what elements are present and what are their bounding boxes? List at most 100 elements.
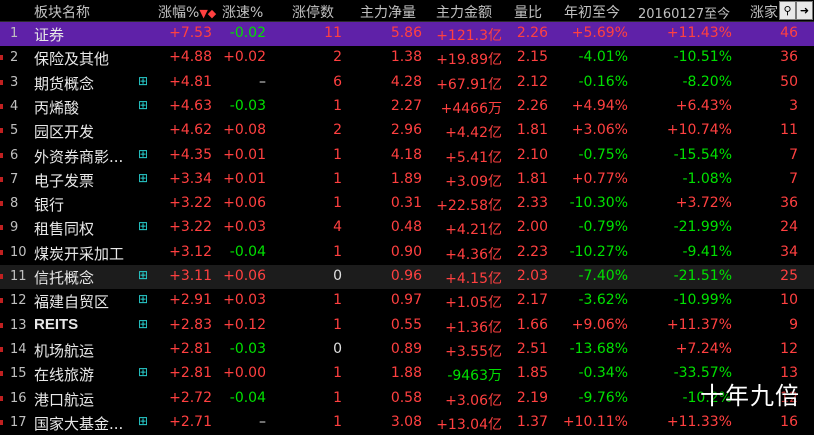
table-row[interactable]: 10 煤炭开采加工 +3.12 -0.04 1 0.90 +4.36亿 2.23 -10.27%… [0,241,814,265]
sector-name[interactable]: REITS [34,316,78,333]
limit-up-count: 1 [333,97,342,114]
table-row[interactable]: 8 银行 +3.22 +0.06 1 0.31 +22.58亿 2.33 -10.30% +3.7… [0,192,814,216]
plus-icon[interactable]: ⊞ [138,318,148,330]
change-pct: +4.62 [169,122,212,139]
main-net-volume: 2.96 [390,122,422,139]
main-net-volume: 2.27 [390,97,422,114]
table-row[interactable]: 6 外资券商影... ⊞ +4.35 +0.01 1 4.18 +5.41亿 2.10 -0.75… [0,144,814,168]
advancers-count: 36 [780,49,798,66]
change-pct: +4.88 [169,49,212,66]
sector-name[interactable]: 外资券商影... [34,146,123,167]
sector-name[interactable]: 证券 [34,24,64,45]
table-row[interactable]: 12 福建自贸区 ⊞ +2.91 +0.03 1 0.97 +1.05亿 2.17 -3.62% -… [0,289,814,313]
advancers-count: 16 [780,413,798,430]
sector-name[interactable]: 信托概念 [34,267,94,288]
change-speed: +0.06 [223,195,266,212]
sector-name[interactable]: 在线旅游 [34,364,94,385]
row-marker [0,371,3,377]
sector-name[interactable]: 期货概念 [34,73,94,94]
search-icon[interactable]: ⚲ [779,1,796,20]
table-row[interactable]: 14 机场航运 +2.81 -0.03 0 0.89 +3.55亿 2.51 -13.68% +7… [0,338,814,362]
row-marker [0,152,3,158]
table-row[interactable]: 11 信托概念 ⊞ +3.11 +0.06 0 0.96 +4.15亿 2.03 -7.40% -2… [0,265,814,289]
header-spd[interactable]: 涨速% [222,2,263,22]
table-row[interactable]: 3 期货概念 ⊞ +4.81 – 6 4.28 +67.91亿 2.12 -0.16% -8.20%… [0,71,814,95]
plus-icon[interactable]: ⊞ [138,415,148,427]
sector-name[interactable]: 保险及其他 [34,48,109,69]
main-amount: +4466万 [440,100,502,117]
advancers-count: 10 [780,292,798,309]
change-speed: -0.03 [229,340,266,357]
main-amount: +1.36亿 [445,319,502,336]
main-amount: +5.41亿 [445,149,502,166]
limit-up-count: 1 [333,365,342,382]
row-marker [0,225,3,231]
sector-name[interactable]: 银行 [34,194,64,215]
plus-icon[interactable]: ⊞ [138,75,148,87]
header-amt[interactable]: 主力金额 [436,2,492,22]
sector-name[interactable]: 机场航运 [34,340,94,361]
header-net[interactable]: 主力净量 [360,2,416,22]
table-row[interactable]: 7 电子发票 ⊞ +3.34 +0.01 1 1.89 +3.09亿 1.81 +0.77% -1.… [0,168,814,192]
table-row[interactable]: 2 保险及其他 +4.88 +0.02 2 1.38 +19.89亿 2.15 -4.01% -1… [0,46,814,70]
row-number: 12 [10,293,27,309]
plus-icon[interactable]: ⊞ [138,148,148,160]
plus-icon[interactable]: ⊞ [138,366,148,378]
volume-ratio: 2.10 [516,146,548,163]
ytd-change: -0.16% [578,73,628,90]
table-row[interactable]: 5 园区开发 +4.62 +0.08 2 2.96 +4.42亿 1.81 +3.06% +10.… [0,119,814,143]
limit-up-count: 11 [324,25,342,41]
volume-ratio: 1.81 [516,122,548,139]
advancers-count: 24 [780,219,798,236]
sector-name[interactable]: 租售同权 [34,218,94,239]
sector-name[interactable]: 丙烯酸 [34,97,79,118]
advancers-count: 36 [780,195,798,212]
plus-icon[interactable]: ⊞ [138,269,148,281]
table-row[interactable]: 4 丙烯酸 ⊞ +4.63 -0.03 1 2.27 +4466万 2.26 +4.94% +6.4… [0,95,814,119]
table-header: 板块名称 涨幅%▼◆ 涨速% 涨停数 主力净量 主力金额 量比 年初至今 201… [0,0,814,22]
change-speed: +0.00 [223,365,266,382]
main-net-volume: 3.08 [390,413,422,430]
sector-name[interactable]: 福建自贸区 [34,291,109,312]
row-marker [0,201,3,207]
table-row[interactable]: 17 国家大基金... ⊞ +2.71 – 1 3.08 +13.04亿 1.37 +10.11%… [0,411,814,435]
plus-icon[interactable]: ⊞ [138,99,148,111]
header-name[interactable]: 板块名称 [34,2,90,22]
row-number: 8 [10,196,19,212]
advancers-count: 25 [780,268,798,284]
main-net-volume: 0.89 [390,340,422,357]
plus-icon[interactable]: ⊞ [138,220,148,232]
watermark: 十年九倍 [700,382,800,410]
header-vr[interactable]: 量比 [514,2,542,22]
sector-name[interactable]: 电子发票 [34,170,94,191]
plus-icon[interactable]: ⊞ [138,172,148,184]
table-row[interactable]: 9 租售同权 ⊞ +3.22 +0.03 4 0.48 +4.21亿 2.00 -0.79% -21… [0,216,814,240]
sector-name[interactable]: 港口航运 [34,389,94,410]
main-net-volume: 4.18 [390,146,422,163]
ytd-change: -7.40% [578,268,628,284]
header-up[interactable]: 涨家 [750,2,778,22]
limit-up-count: 1 [333,243,342,260]
header-lim[interactable]: 涨停数 [292,2,334,22]
table-row[interactable]: 15 在线旅游 ⊞ +2.81 +0.00 1 1.88 -9463万 1.85 -0.34% -3… [0,362,814,386]
plus-icon[interactable]: ⊞ [138,293,148,305]
change-pct: +7.53 [169,25,212,41]
arrow-right-icon[interactable]: ➜ [796,1,813,20]
table-row[interactable]: 13 REITS ⊞ +2.83 +0.12 1 0.55 +1.36亿 1.66 +9.06% +… [0,314,814,338]
ytd-change: -4.01% [578,49,628,66]
table-row[interactable]: 16 港口航运 +2.72 -0.04 1 0.58 +3.06亿 2.19 -9.76% -10… [0,387,814,411]
since-date-change: -1.08% [682,170,732,187]
change-pct: +3.11 [169,268,212,284]
row-marker [0,346,3,352]
main-amount: +4.36亿 [445,246,502,263]
table-row[interactable]: 1 证券 +7.53 -0.02 11 5.86 +121.3亿 2.26 +5.69% +11.… [0,22,814,46]
header-since[interactable]: 20160127至今 [638,3,730,22]
row-number: 7 [10,171,19,187]
ytd-change: +0.77% [571,170,628,187]
sector-name[interactable]: 国家大基金... [34,413,123,434]
ytd-change: -3.62% [578,292,628,309]
sector-name[interactable]: 煤炭开采加工 [34,243,124,264]
sector-name[interactable]: 园区开发 [34,121,94,142]
header-ytd[interactable]: 年初至今 [564,2,620,22]
header-chg[interactable]: 涨幅%▼◆ [158,2,216,22]
